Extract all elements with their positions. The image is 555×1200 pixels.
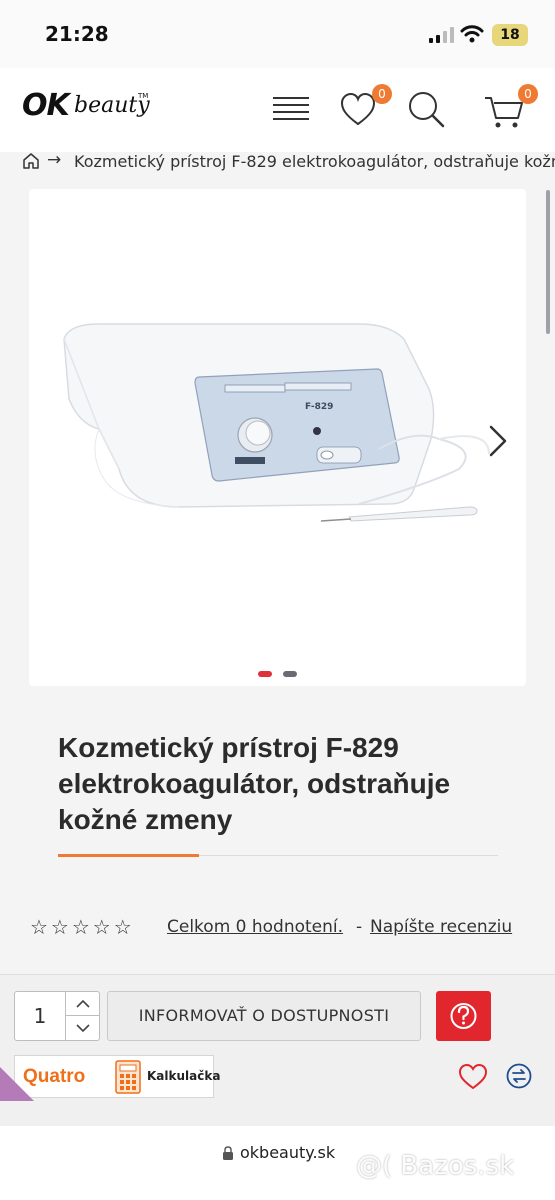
status-time: 21:28 xyxy=(45,22,109,46)
quantity-stepper: 1 xyxy=(14,991,100,1041)
browser-url-bar[interactable]: okbeauty.sk @( Bazos.sk xyxy=(0,1126,555,1200)
okbeauty-logo[interactable]: OK beauty TM xyxy=(22,88,152,132)
search-icon[interactable] xyxy=(404,88,448,132)
add-to-wishlist-heart-icon[interactable] xyxy=(458,1063,488,1091)
rating-stars: ☆☆☆☆☆ xyxy=(30,915,135,939)
product-rating: ☆☆☆☆☆ Celkom 0 hodnotení. - Napíšte rece… xyxy=(30,915,530,941)
decorative-corner-shape xyxy=(0,1067,34,1101)
calculator-icon xyxy=(115,1060,141,1094)
cellular-signal-icon xyxy=(429,27,454,43)
product-image: F-829 xyxy=(63,323,490,522)
chevron-down-icon xyxy=(76,1024,90,1033)
quatro-calculator-button[interactable]: Quatro Kalkulačka xyxy=(14,1055,220,1098)
wishlist-button[interactable]: 0 xyxy=(338,84,392,132)
product-gallery[interactable]: F-829 xyxy=(29,189,526,686)
write-review-link[interactable]: Napíšte recenziu xyxy=(370,917,512,937)
breadcrumb-separator: → xyxy=(47,152,62,170)
breadcrumb: → Kozmetický prístroj F-829 elektrokoagu… xyxy=(0,152,555,172)
help-button[interactable] xyxy=(436,991,491,1041)
logo-trademark: TM xyxy=(138,92,149,100)
site-header: OK beauty TM 0 0 xyxy=(0,68,555,152)
battery-indicator: 18 xyxy=(492,24,528,46)
calculator-label: Kalkulačka xyxy=(147,1069,221,1083)
compare-icon[interactable] xyxy=(506,1063,532,1089)
next-slide-arrow-icon[interactable] xyxy=(485,421,509,461)
hamburger-menu-icon[interactable] xyxy=(269,88,313,132)
cart-count-badge: 0 xyxy=(518,84,538,104)
quantity-input[interactable]: 1 xyxy=(15,992,65,1040)
gallery-dot-active[interactable] xyxy=(258,671,272,677)
quantity-decrease-button[interactable] xyxy=(65,1016,99,1040)
lock-icon xyxy=(223,1146,233,1160)
total-ratings-link[interactable]: Celkom 0 hodnotení. xyxy=(167,917,343,937)
url-text: okbeauty.sk xyxy=(240,1143,336,1162)
gallery-dot[interactable] xyxy=(283,671,297,677)
page-scrollbar[interactable] xyxy=(546,190,550,334)
product-title: Kozmetický prístroj F-829 elektrokoagulá… xyxy=(58,732,451,835)
cart-button[interactable]: 0 xyxy=(482,84,538,132)
breadcrumb-current[interactable]: Kozmetický prístroj F-829 elektrokoagulá… xyxy=(74,152,555,171)
question-mark-icon xyxy=(450,1003,477,1029)
status-bar: 21:28 18 xyxy=(0,0,555,68)
chevron-up-icon xyxy=(76,999,90,1008)
bazos-watermark: @( Bazos.sk xyxy=(356,1151,515,1181)
quantity-increase-button[interactable] xyxy=(65,992,99,1016)
notify-availability-button[interactable]: INFORMOVAŤ O DOSTUPNOSTI xyxy=(107,991,421,1041)
svg-text:F-829: F-829 xyxy=(305,402,333,412)
rating-separator: - xyxy=(356,917,363,937)
purchase-panel: 1 INFORMOVAŤ O DOSTUPNOSTI Quatro Kalkul… xyxy=(0,974,555,1126)
wifi-icon xyxy=(460,25,484,43)
home-icon[interactable] xyxy=(22,152,40,170)
logo-ok-text: OK xyxy=(22,88,70,123)
wishlist-count-badge: 0 xyxy=(372,84,392,104)
title-accent-bar xyxy=(58,854,199,857)
